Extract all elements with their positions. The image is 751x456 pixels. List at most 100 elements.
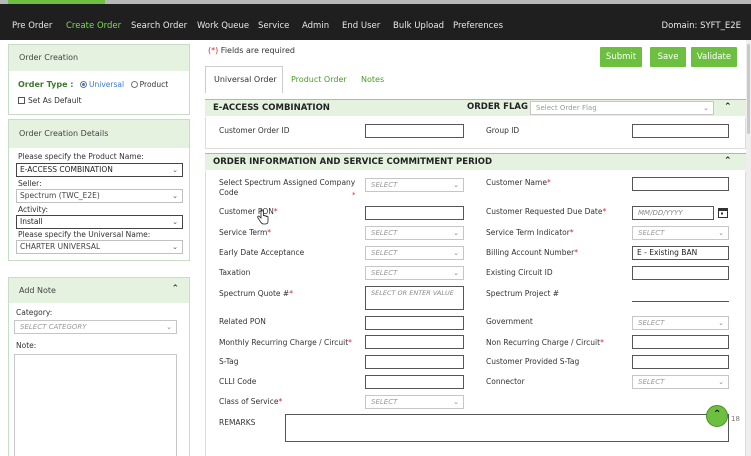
billing-account-number-input[interactable]: E - Existing BAN xyxy=(632,246,729,260)
add-note-title: Add Note xyxy=(9,278,189,303)
chevron-down-icon: ⌄ xyxy=(718,319,724,327)
tab-product-order[interactable]: Product Order xyxy=(291,74,347,86)
required-marker: (*) xyxy=(208,46,219,55)
chevron-down-icon: ⌄ xyxy=(453,181,459,189)
nav-create-order[interactable]: Create Order xyxy=(66,21,121,31)
seller-label: Seller: xyxy=(18,179,42,188)
scroll-to-top-button[interactable]: ⌃ xyxy=(706,405,728,427)
remarks-textarea[interactable] xyxy=(285,414,729,442)
page-scrollbar[interactable] xyxy=(746,40,751,456)
s-tag-label: S-Tag xyxy=(219,357,239,366)
universal-name-select[interactable]: CHARTER UNIVERSAL ⌄ xyxy=(16,240,183,254)
customer-pon-input[interactable] xyxy=(365,206,464,220)
chevron-down-icon: ⌄ xyxy=(172,192,178,200)
existing-circuit-id-label: Existing Circuit ID xyxy=(486,268,553,277)
radio-universal-label: Universal xyxy=(89,80,125,89)
radio-universal[interactable] xyxy=(80,81,88,88)
collapse-icon[interactable]: ⌃ xyxy=(724,156,732,166)
collapse-icon[interactable]: ⌃ xyxy=(724,102,732,112)
nav-preferences[interactable]: Preferences xyxy=(453,21,503,31)
taxation-select[interactable]: SELECT ⌄ xyxy=(365,266,464,280)
spectrum-quote-input[interactable]: SELECT OR ENTER VALUE xyxy=(365,286,464,310)
service-term-select[interactable]: SELECT ⌄ xyxy=(365,226,464,240)
nav-bulk-upload[interactable]: Bulk Upload xyxy=(393,21,444,31)
nrc-circuit-label: Non Recurring Charge / Circuit* xyxy=(486,338,604,347)
group-id-label: Group ID xyxy=(486,126,520,135)
customer-order-id-input[interactable] xyxy=(365,124,464,138)
nav-end-user[interactable]: End User xyxy=(342,21,380,31)
government-label: Government xyxy=(486,317,533,326)
related-pon-label: Related PON xyxy=(219,317,266,326)
seller-select[interactable]: Spectrum (TWC_E2E) ⌄ xyxy=(16,189,183,203)
nav-search-order[interactable]: Search Order xyxy=(131,21,187,31)
category-label: Category: xyxy=(16,308,53,317)
nav-pre-order[interactable]: Pre Order xyxy=(12,21,52,31)
early-date-acceptance-select[interactable]: SELECT ⌄ xyxy=(365,246,464,260)
hand-cursor-icon xyxy=(257,209,269,225)
clli-code-label: CLLI Code xyxy=(219,377,257,386)
order-creation-title: Order Creation xyxy=(9,45,189,71)
requested-due-date-label: Customer Requested Due Date* xyxy=(486,207,607,216)
save-button[interactable]: Save xyxy=(650,47,686,67)
set-default-label: Set As Default xyxy=(28,96,82,105)
calendar-icon[interactable] xyxy=(718,207,728,218)
chevron-down-icon: ⌄ xyxy=(172,166,178,174)
service-term-indicator-select[interactable]: SELECT ⌄ xyxy=(632,226,729,240)
class-of-service-select[interactable]: SELECT ⌄ xyxy=(365,395,464,409)
taxation-label: Taxation xyxy=(219,268,251,277)
note-textarea[interactable] xyxy=(14,354,177,456)
nrc-circuit-input[interactable] xyxy=(632,335,729,349)
radio-product-label: Product xyxy=(139,80,169,89)
chevron-down-icon: ⌄ xyxy=(718,229,724,237)
set-default-checkbox[interactable] xyxy=(18,97,25,104)
nav-admin[interactable]: Admin xyxy=(302,21,329,31)
product-name-select[interactable]: E-ACCESS COMBINATION ⌄ xyxy=(16,163,183,177)
customer-name-label: Customer Name* xyxy=(486,178,551,187)
spectrum-project-input[interactable] xyxy=(632,287,729,302)
order-flag-select[interactable]: Select Order Flag ⌄ xyxy=(530,101,714,115)
collapse-icon[interactable]: ⌃ xyxy=(171,284,179,294)
clli-code-input[interactable] xyxy=(365,375,464,389)
product-name-label: Please specify the Product Name: xyxy=(18,152,144,161)
validate-button[interactable]: Validate xyxy=(691,47,737,67)
tab-notes[interactable]: Notes xyxy=(361,74,384,86)
chevron-up-icon: ⌃ xyxy=(713,409,722,420)
related-pon-input[interactable] xyxy=(365,316,464,330)
radio-product[interactable] xyxy=(130,81,138,88)
e-access-section-title: E-ACCESS COMBINATION xyxy=(213,103,330,113)
category-select[interactable]: SELECT CATEGORY ⌄ xyxy=(14,320,177,334)
required-note: (*) Fields are required xyxy=(208,46,295,55)
mrc-circuit-input[interactable] xyxy=(365,335,464,349)
customer-name-input[interactable] xyxy=(632,177,729,191)
existing-circuit-id-input[interactable] xyxy=(632,266,729,280)
note-label: Note: xyxy=(16,341,37,350)
customer-s-tag-input[interactable] xyxy=(632,355,729,369)
company-code-select[interactable]: SELECT ⌄ xyxy=(365,178,464,192)
nav-service[interactable]: Service xyxy=(258,21,289,31)
order-type-label: Order Type : xyxy=(18,80,74,89)
chevron-down-icon: ⌄ xyxy=(703,104,709,112)
government-select[interactable]: SELECT ⌄ xyxy=(632,316,729,330)
service-term-label: Service Term* xyxy=(219,228,272,237)
submit-button[interactable]: Submit xyxy=(600,47,642,67)
nav-work-queue[interactable]: Work Queue xyxy=(197,21,249,31)
order-creation-panel: Order Creation Order Type : Universal Pr… xyxy=(8,44,190,115)
customer-s-tag-label: Customer Provided S-Tag xyxy=(486,357,580,366)
chevron-down-icon: ⌄ xyxy=(453,269,459,277)
chevron-down-icon: ⌄ xyxy=(718,378,724,386)
chevron-down-icon: ⌄ xyxy=(172,243,178,251)
due-date-input[interactable]: MM/DD/YYYY xyxy=(632,206,714,220)
chevron-down-icon: ⌄ xyxy=(453,398,459,406)
activity-select[interactable]: Install ⌄ xyxy=(16,215,183,229)
order-info-section-title: ORDER INFORMATION AND SERVICE COMMITMENT… xyxy=(213,157,493,167)
spectrum-project-label: Spectrum Project # xyxy=(486,289,560,298)
remarks-label: REMARKS xyxy=(219,418,256,427)
s-tag-input[interactable] xyxy=(365,355,464,369)
chevron-down-icon: ⌄ xyxy=(453,249,459,257)
scrollbar-thumb[interactable] xyxy=(747,44,750,134)
required-text: Fields are required xyxy=(218,46,295,55)
remarks-counter: 18 xyxy=(731,415,740,423)
connector-select[interactable]: SELECT ⌄ xyxy=(632,375,729,389)
billing-account-number-label: Billing Account Number* xyxy=(486,248,578,257)
group-id-input[interactable] xyxy=(632,124,729,138)
